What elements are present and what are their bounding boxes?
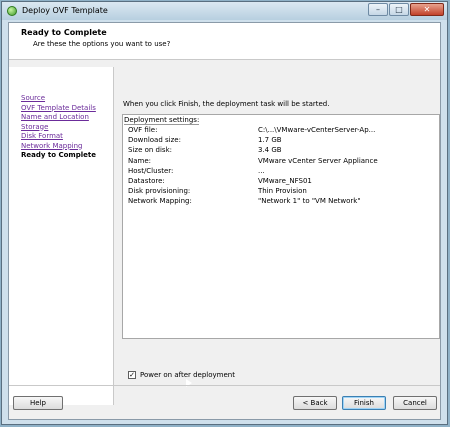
setting-row: Network Mapping: "Network 1" to "VM Netwo… <box>128 196 438 206</box>
setting-row: Host/Cluster:... <box>128 166 438 176</box>
power-on-label[interactable]: Power on after deployment <box>140 371 235 379</box>
setting-key: Download size: <box>128 136 181 145</box>
setting-row: Datastore: VMware_NFS01 <box>128 176 438 186</box>
setting-key: Disk provisioning: <box>128 187 191 196</box>
window-controls: – □ ✕ <box>367 3 444 17</box>
setting-value: VMware vCenter Server Appliance <box>258 156 378 165</box>
nav-item-ready-to-complete: Ready to Complete <box>21 151 96 159</box>
setting-key: OVF file: <box>128 126 158 134</box>
nav-item-name-and-location[interactable]: Name and Location <box>21 113 96 123</box>
setting-value: Thin Provision <box>258 187 307 196</box>
setting-row: OVF file: C:\...\VMware-vCenterServer-Ap.… <box>128 125 438 135</box>
settings-table: OVF file: C:\...\VMware-vCenterServer-Ap.… <box>128 125 438 207</box>
title-bar[interactable]: Deploy OVF Template – □ ✕ <box>2 2 447 20</box>
nav-item-network-mapping[interactable]: Network Mapping <box>21 142 96 152</box>
page-subtitle: Are these the options you want to use? <box>33 40 171 48</box>
minimize-icon[interactable]: – <box>368 3 388 16</box>
main-panel: When you click Finish, the deployment ta… <box>119 67 441 405</box>
wizard-steps-nav: Source OVF Template Details Name and Loc… <box>9 67 114 405</box>
nav-item-source[interactable]: Source <box>21 94 96 104</box>
close-icon[interactable]: ✕ <box>410 3 444 16</box>
setting-row: Name: VMware vCenter Server Appliance <box>128 156 438 166</box>
power-on-checkbox[interactable]: ✓ <box>128 371 136 379</box>
setting-value: 3.4 GB <box>258 146 282 155</box>
setting-value: 1.7 GB <box>258 136 282 145</box>
setting-key: Network Mapping: <box>128 197 192 206</box>
intro-text: When you click Finish, the deployment ta… <box>123 100 330 108</box>
finish-button[interactable]: Finish <box>342 396 386 410</box>
setting-value: "Network 1" to "VM Network" <box>258 197 361 206</box>
setting-key: Size on disk: <box>128 146 172 155</box>
wizard-footer: Help < Back Finish Cancel <box>9 385 440 422</box>
nav-item-disk-format[interactable]: Disk Format <box>21 132 96 142</box>
setting-key: Datastore: <box>128 176 165 185</box>
maximize-icon[interactable]: □ <box>389 3 409 16</box>
setting-value: C:\...\VMware-vCenterServer-Ap... <box>258 126 376 134</box>
nav-item-storage[interactable]: Storage <box>21 123 96 133</box>
settings-heading: Deployment settings: <box>124 116 200 125</box>
deployment-settings-box[interactable]: Deployment settings: OVF file: C:\...\VMw… <box>122 114 440 339</box>
setting-value: VMware_NFS01 <box>258 176 312 185</box>
nav-item-ovf-template-details[interactable]: OVF Template Details <box>21 104 96 114</box>
deploy-ovf-window: Deploy OVF Template – □ ✕ Ready to Compl… <box>1 1 448 425</box>
page-title: Ready to Complete <box>21 28 107 37</box>
setting-row: Download size: 1.7 GB <box>128 135 438 145</box>
cancel-button[interactable]: Cancel <box>393 396 437 410</box>
window-title: Deploy OVF Template <box>22 6 108 15</box>
setting-key: Host/Cluster: <box>128 166 174 175</box>
setting-row: Disk provisioning: Thin Provision <box>128 186 438 196</box>
setting-key: Name: <box>128 156 152 165</box>
setting-value: ... <box>258 166 265 175</box>
vsphere-app-icon <box>7 6 17 16</box>
setting-row: Size on disk: 3.4 GB <box>128 145 438 155</box>
help-button[interactable]: Help <box>13 396 63 410</box>
wizard-body: Ready to Complete Are these the options … <box>8 22 441 420</box>
wizard-header: Ready to Complete Are these the options … <box>9 23 440 60</box>
back-button[interactable]: < Back <box>293 396 337 410</box>
